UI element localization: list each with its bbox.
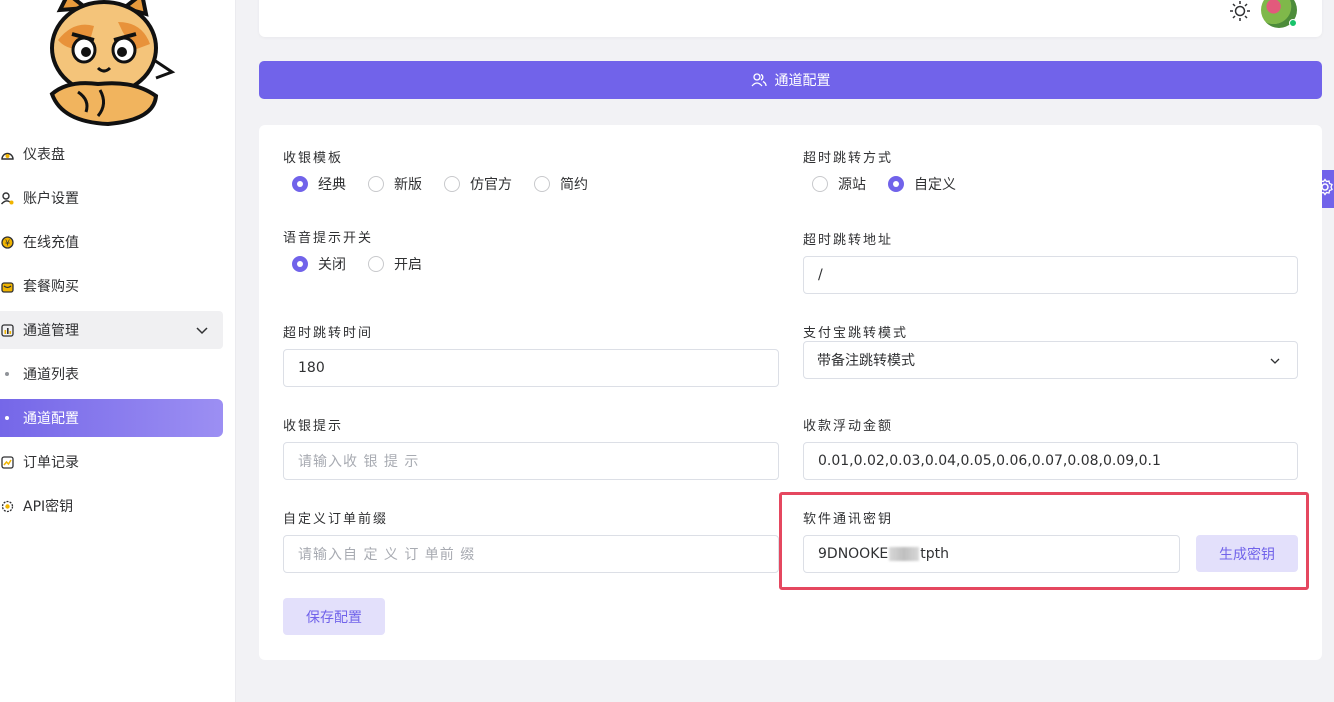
- timeout-mode-label: 超时跳转方式: [803, 151, 894, 166]
- sidebar: 仪表盘 账户设置 ¥ 在线充值 套餐购买 通道管理 通道列表 通道配置 订单记录…: [0, 0, 236, 702]
- radio-circle: [812, 176, 828, 192]
- timeout-url-label: 超时跳转地址: [803, 233, 894, 248]
- order-prefix-input[interactable]: 请输入自 定 义 订 单前 缀: [283, 535, 779, 573]
- sidebar-nav: 仪表盘 账户设置 ¥ 在线充值 套餐购买 通道管理 通道列表 通道配置 订单记录…: [0, 135, 236, 531]
- sidebar-item-label: 在线充值: [23, 235, 79, 251]
- sidebar-item-orders[interactable]: 订单记录: [0, 443, 236, 481]
- users-icon: [751, 72, 767, 88]
- banner-title: 通道配置: [774, 73, 831, 89]
- radio-label: 关闭: [318, 257, 346, 273]
- timeout-time-input[interactable]: 180: [283, 349, 779, 387]
- user-settings-icon: [0, 191, 14, 205]
- radio-voice-on[interactable]: 开启: [368, 254, 422, 274]
- api-key-icon: [0, 499, 14, 513]
- timeout-mode-radio-group: 源站 自定义: [812, 174, 978, 194]
- cat-mascot-logo: [38, 0, 178, 128]
- radio-label: 新版: [394, 177, 422, 193]
- sidebar-item-label: 订单记录: [23, 455, 79, 471]
- radio-template-new[interactable]: 新版: [368, 174, 422, 194]
- radio-circle: [888, 176, 904, 192]
- sidebar-item-label: 通道配置: [23, 411, 79, 427]
- radio-label: 源站: [838, 177, 866, 193]
- template-radio-group: 经典 新版 仿官方 简约: [292, 174, 610, 194]
- radio-circle: [368, 176, 384, 192]
- order-prefix-label: 自定义订单前缀: [283, 512, 389, 527]
- sidebar-item-label: 套餐购买: [23, 279, 79, 295]
- radio-timeout-custom[interactable]: 自定义: [888, 174, 956, 194]
- radio-circle: [368, 256, 384, 272]
- alipay-mode-label: 支付宝跳转模式: [803, 326, 909, 341]
- radio-circle: [292, 256, 308, 272]
- sidebar-item-channel-list[interactable]: 通道列表: [0, 355, 236, 393]
- radio-label: 开启: [394, 257, 422, 273]
- sidebar-item-account-settings[interactable]: 账户设置: [0, 179, 236, 217]
- theme-toggle-sun-icon[interactable]: [1229, 0, 1251, 22]
- chevron-down-icon: [195, 323, 209, 341]
- select-value: 带备注跳转模式: [817, 353, 915, 369]
- radio-label: 自定义: [914, 177, 956, 193]
- order-icon: [0, 455, 14, 469]
- timeout-url-input[interactable]: /: [803, 256, 1298, 294]
- cashier-tip-input[interactable]: 请输入收 银 提 示: [283, 442, 779, 480]
- cashier-tip-label: 收银提示: [283, 419, 344, 434]
- sidebar-item-label: 通道列表: [23, 367, 79, 383]
- recharge-icon: ¥: [0, 235, 14, 249]
- sidebar-item-label: API密钥: [23, 499, 74, 515]
- sidebar-item-channel-management[interactable]: 通道管理: [0, 311, 223, 349]
- radio-label: 仿官方: [470, 177, 512, 193]
- voice-label: 语音提示开关: [283, 231, 374, 246]
- radio-circle: [444, 176, 460, 192]
- radio-label: 经典: [318, 177, 346, 193]
- template-label: 收银模板: [283, 151, 344, 166]
- svg-text:¥: ¥: [4, 238, 9, 247]
- package-icon: [0, 279, 14, 293]
- radio-template-simple[interactable]: 简约: [534, 174, 588, 194]
- sidebar-item-channel-config[interactable]: 通道配置: [0, 399, 223, 437]
- radio-circle: [292, 176, 308, 192]
- radio-template-official[interactable]: 仿官方: [444, 174, 512, 194]
- online-status-dot: [1289, 19, 1297, 27]
- chevron-down-icon: [1269, 355, 1281, 371]
- sidebar-item-package[interactable]: 套餐购买: [0, 267, 236, 305]
- radio-label: 简约: [560, 177, 588, 193]
- save-config-button[interactable]: 保存配置: [283, 598, 385, 635]
- header-bar: [259, 0, 1322, 37]
- sidebar-item-label: 仪表盘: [23, 147, 65, 163]
- sidebar-item-label: 账户设置: [23, 191, 79, 207]
- radio-voice-off[interactable]: 关闭: [292, 254, 346, 274]
- float-amount-input[interactable]: 0.01,0.02,0.03,0.04,0.05,0.06,0.07,0.08,…: [803, 442, 1298, 480]
- bullet-dot: [5, 416, 9, 420]
- channel-chart-icon: [0, 323, 14, 337]
- alipay-mode-select[interactable]: 带备注跳转模式: [803, 341, 1298, 379]
- sidebar-item-label: 通道管理: [23, 323, 79, 339]
- channel-config-banner: 通道配置: [259, 61, 1322, 99]
- voice-radio-group: 关闭 开启: [292, 254, 444, 274]
- radio-circle: [534, 176, 550, 192]
- sidebar-item-dashboard[interactable]: 仪表盘: [0, 135, 236, 173]
- sidebar-item-api-key[interactable]: API密钥: [0, 487, 236, 525]
- dashboard-icon: [0, 147, 14, 161]
- radio-timeout-source[interactable]: 源站: [812, 174, 866, 194]
- float-amount-label: 收款浮动金额: [803, 419, 894, 434]
- bullet-dot: [5, 372, 9, 376]
- timeout-time-label: 超时跳转时间: [283, 326, 374, 341]
- sidebar-item-recharge[interactable]: ¥ 在线充值: [0, 223, 236, 261]
- radio-template-classic[interactable]: 经典: [292, 174, 346, 194]
- highlight-annotation-box: [779, 492, 1309, 590]
